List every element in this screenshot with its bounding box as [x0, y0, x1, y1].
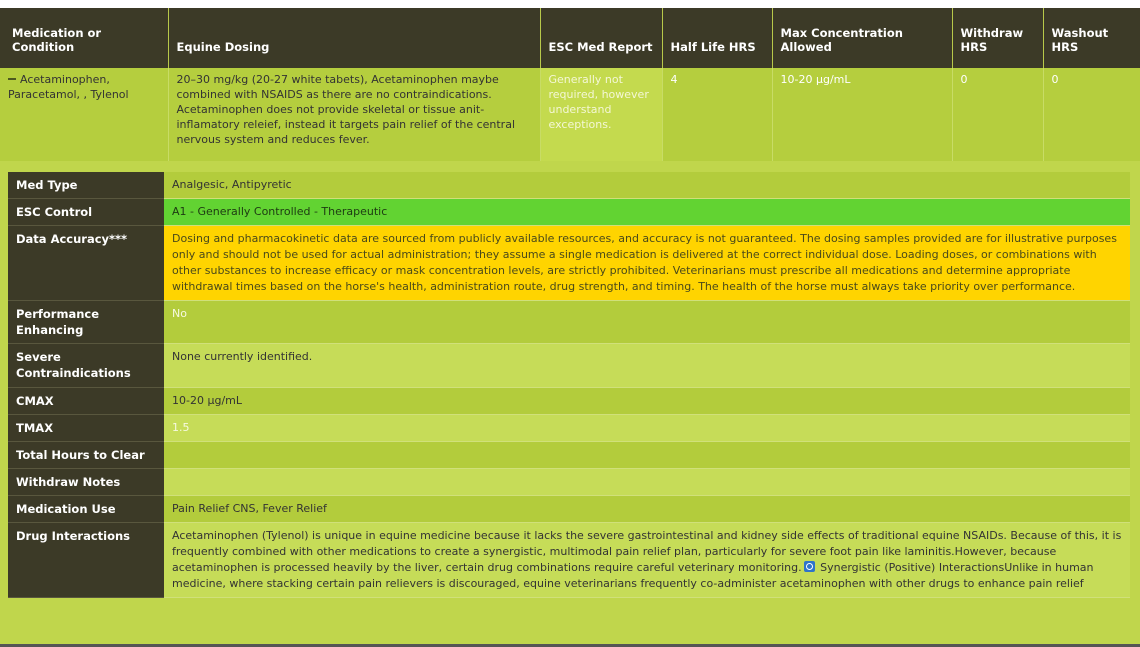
detail-label: Withdraw Notes: [8, 468, 164, 496]
detail-label: Medication Use: [8, 495, 164, 523]
detail-value: [164, 441, 1130, 469]
col-header-half-life[interactable]: Half Life HRS: [662, 8, 773, 68]
detail-row-performance: Performance Enhancing No: [8, 300, 1130, 344]
detail-row-cmax: CMAX 10-20 µg/mL: [8, 387, 1130, 415]
cell-washout: 0: [1043, 68, 1140, 164]
detail-row-esc-control: ESC Control A1 - Generally Controlled - …: [8, 198, 1130, 226]
detail-row-data-accuracy: Data Accuracy*** Dosing and pharmacokine…: [8, 225, 1130, 301]
cell-medication: Acetaminophen, Paracetamol, , Tylenol: [0, 68, 169, 164]
detail-value: 10-20 µg/mL: [164, 387, 1130, 415]
cell-dosing: 20–30 mg/kg (20-27 white tabets), Acetam…: [168, 68, 541, 164]
detail-label: Med Type: [8, 172, 164, 199]
detail-value: 1.5: [164, 414, 1130, 442]
detail-label: Data Accuracy***: [8, 225, 164, 301]
detail-label: Drug Interactions: [8, 522, 164, 598]
col-header-withdraw[interactable]: Withdraw HRS: [952, 8, 1044, 68]
detail-value: Pain Relief CNS, Fever Relief: [164, 495, 1130, 523]
detail-value: None currently identified.: [164, 343, 1130, 388]
detail-row-total-hours: Total Hours to Clear: [8, 441, 1130, 469]
cell-half-life: 4: [662, 68, 773, 164]
detail-label: TMAX: [8, 414, 164, 442]
medication-name: Acetaminophen, Paracetamol, , Tylenol: [8, 73, 129, 101]
detail-table: Med Type Analgesic, Antipyretic ESC Cont…: [8, 172, 1130, 598]
detail-value: A1 - Generally Controlled - Therapeutic: [164, 198, 1130, 226]
col-header-dosing[interactable]: Equine Dosing: [168, 8, 541, 68]
detail-label: Severe Contraindications: [8, 343, 164, 388]
cell-withdraw: 0: [952, 68, 1044, 164]
col-header-medication[interactable]: Medication or Condition: [0, 8, 169, 68]
minus-icon[interactable]: [8, 78, 16, 80]
detail-label: ESC Control: [8, 198, 164, 226]
detail-row-withdraw-notes: Withdraw Notes: [8, 468, 1130, 496]
detail-row-contraindications: Severe Contraindications None currently …: [8, 343, 1130, 388]
cell-max-concentration: 10-20 µg/mL: [772, 68, 953, 164]
detail-panel: Med Type Analgesic, Antipyretic ESC Cont…: [0, 161, 1140, 647]
col-header-esc-report[interactable]: ESC Med Report: [540, 8, 663, 68]
detail-label: Total Hours to Clear: [8, 441, 164, 469]
detail-value: Analgesic, Antipyretic: [164, 172, 1130, 199]
col-header-max-concentration[interactable]: Max Concentration Allowed: [772, 8, 953, 68]
detail-value: Dosing and pharmacokinetic data are sour…: [164, 225, 1130, 301]
detail-value: [164, 468, 1130, 496]
detail-label: Performance Enhancing: [8, 300, 164, 344]
detail-value: No: [164, 300, 1130, 344]
detail-row-drug-interactions: Drug Interactions Acetaminophen (Tylenol…: [8, 522, 1130, 598]
detail-row-medication-use: Medication Use Pain Relief CNS, Fever Re…: [8, 495, 1130, 523]
detail-label: CMAX: [8, 387, 164, 415]
detail-row-med-type: Med Type Analgesic, Antipyretic: [8, 172, 1130, 199]
table-header-row: Medication or Condition Equine Dosing ES…: [0, 8, 1140, 68]
detail-value: Acetaminophen (Tylenol) is unique in equ…: [164, 522, 1130, 598]
cell-esc-report: Generally not required, however understa…: [540, 68, 663, 164]
medication-table: Medication or Condition Equine Dosing ES…: [0, 8, 1140, 164]
table-row[interactable]: Acetaminophen, Paracetamol, , Tylenol 20…: [0, 68, 1140, 164]
col-header-washout[interactable]: Washout HRS: [1043, 8, 1140, 68]
info-icon[interactable]: [803, 561, 815, 572]
detail-row-tmax: TMAX 1.5: [8, 414, 1130, 442]
